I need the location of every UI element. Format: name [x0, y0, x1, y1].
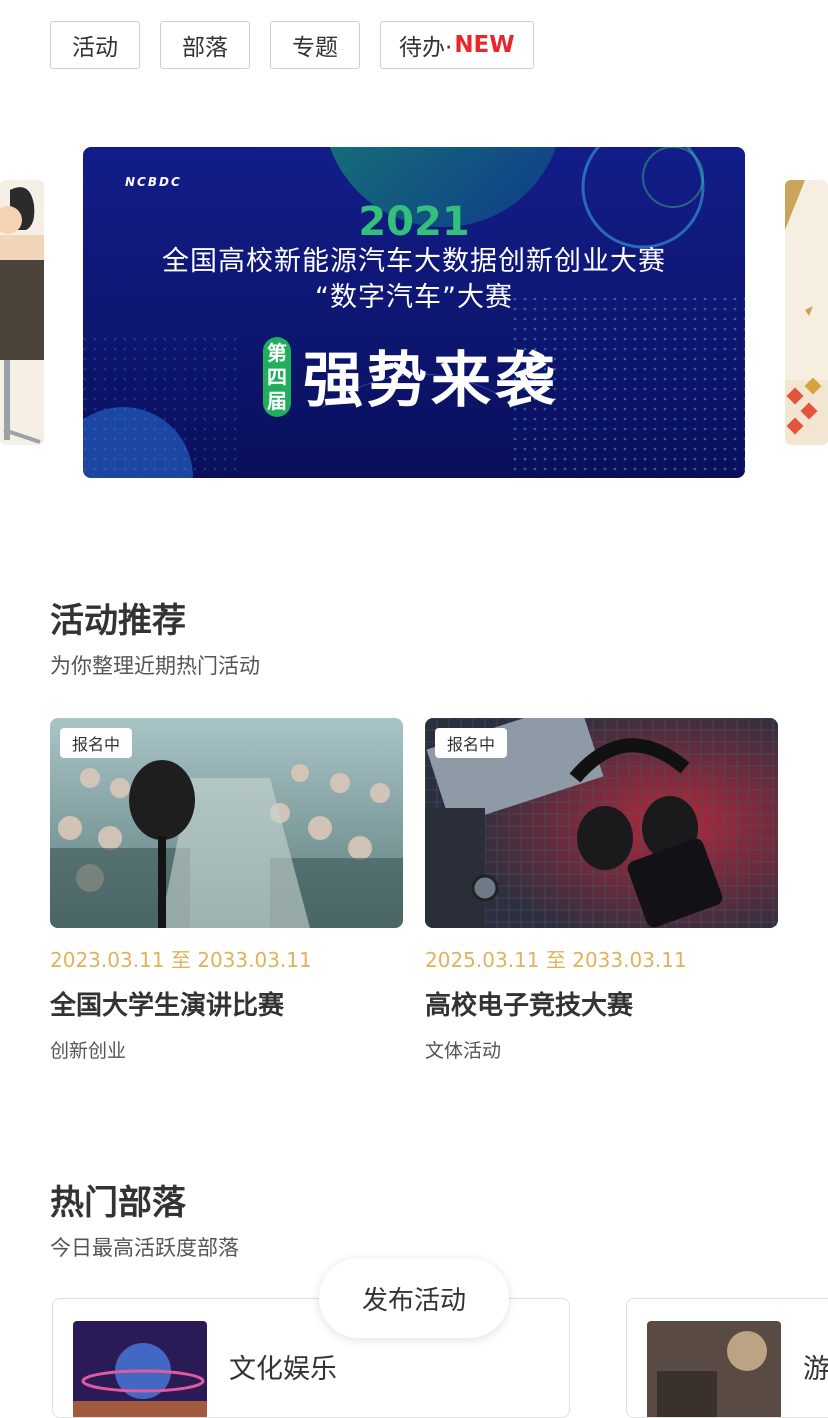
carousel-next-slide[interactable] — [785, 180, 828, 445]
activity-category: 文体活动 — [425, 1040, 502, 1062]
tribe-name: 文化娱乐 — [229, 1354, 337, 1385]
activity-card[interactable]: 报名中 2025.03.11 至 2033.03.11 高校电子竞技大赛 文体活… — [425, 718, 778, 1063]
tribes-section-title: 热门部落 — [50, 1183, 186, 1223]
tribe-name: 游 — [803, 1354, 828, 1385]
activity-category: 创新创业 — [50, 1040, 127, 1062]
banner-slogan: 强势来袭 — [303, 346, 559, 416]
tribe-thumbnail — [647, 1321, 781, 1417]
carousel-banner[interactable]: NCBDC 2021 全国高校新能源汽车大数据创新创业大赛 “数字汽车”大赛 第… — [83, 147, 745, 478]
activity-date: 2025.03.11 至 2033.03.11 — [425, 948, 687, 972]
tribe-card[interactable]: 游 — [626, 1298, 828, 1418]
publish-activity-label: 发布活动 — [361, 1285, 466, 1316]
activity-image-speech: 报名中 — [50, 718, 403, 928]
edition-badge: 第四届 — [263, 337, 291, 417]
status-badge: 报名中 — [60, 728, 133, 758]
tab-todo[interactable]: 待办· NEW — [380, 21, 534, 69]
activity-title: 高校电子竞技大赛 — [425, 991, 634, 1021]
banner-title-line2: “数字汽车”大赛 — [315, 282, 513, 313]
carousel-prev-slide[interactable] — [0, 180, 44, 445]
tribes-section-subtitle: 今日最高活跃度部落 — [50, 1236, 239, 1260]
status-badge: 报名中 — [435, 728, 508, 758]
activities-section-subtitle: 为你整理近期热门活动 — [50, 654, 260, 678]
tab-tribes[interactable]: 部落 — [160, 21, 250, 69]
tab-topics[interactable]: 专题 — [270, 21, 360, 69]
tab-activities[interactable]: 活动 — [50, 21, 140, 69]
new-badge: NEW — [454, 32, 515, 58]
publish-activity-button[interactable]: 发布活动 — [319, 1258, 509, 1338]
activity-date: 2023.03.11 至 2033.03.11 — [50, 948, 312, 972]
tribe-thumbnail — [73, 1321, 207, 1417]
tab-label: 待办· — [399, 35, 453, 61]
activities-section-title: 活动推荐 — [50, 601, 186, 641]
tab-label: 部落 — [182, 35, 228, 61]
banner-title-line1: 全国高校新能源汽车大数据创新创业大赛 — [162, 246, 666, 277]
ncbdc-logo: NCBDC — [125, 175, 182, 189]
tab-label: 活动 — [72, 35, 118, 61]
activity-title: 全国大学生演讲比赛 — [50, 991, 285, 1021]
top-tabs: 活动 部落 专题 待办· NEW — [50, 21, 534, 69]
tab-label: 专题 — [292, 35, 338, 61]
activity-card[interactable]: 报名中 2023.03.11 至 2033.03.11 全国大学生演讲比赛 创新… — [50, 718, 403, 1063]
activity-image-esports: 报名中 — [425, 718, 778, 928]
